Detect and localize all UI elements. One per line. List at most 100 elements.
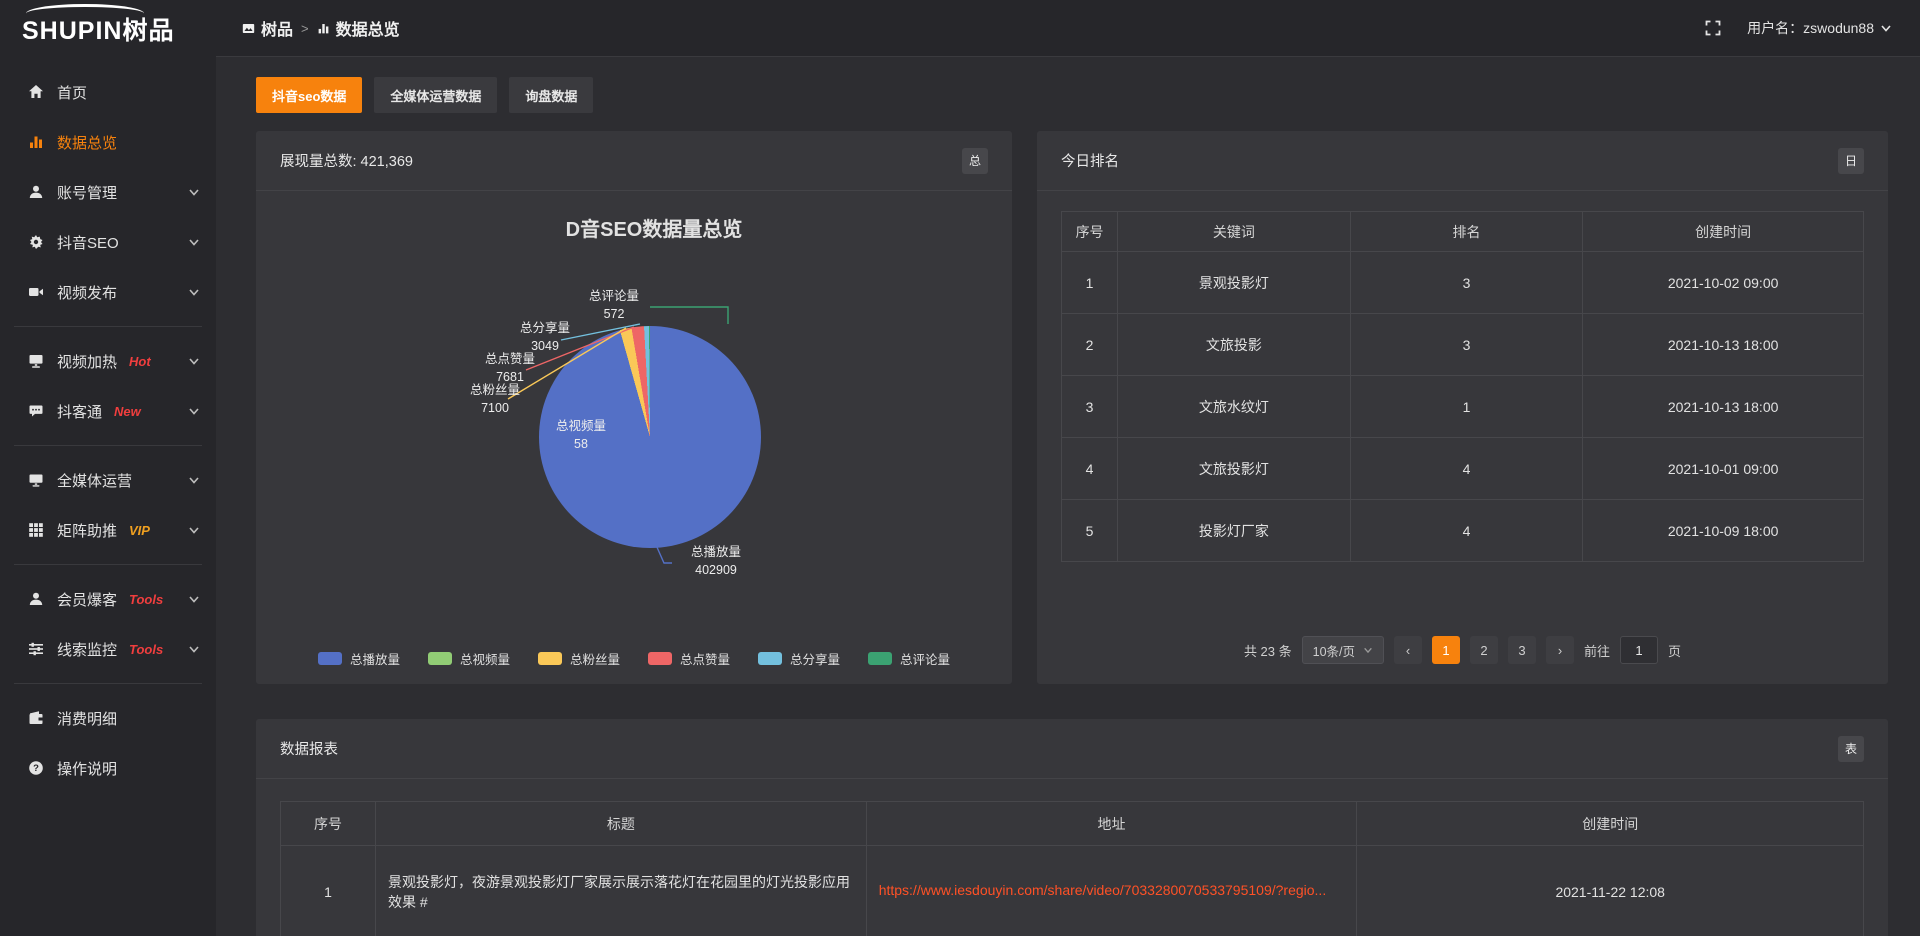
home-icon	[28, 84, 44, 100]
sidebar-item-data-overview[interactable]: 数据总览	[0, 117, 216, 167]
legend-item-shares[interactable]: 总分享量	[758, 649, 840, 668]
sidebar-item-member-burst[interactable]: 会员爆客 Tools	[0, 574, 216, 624]
page-button-2[interactable]: 2	[1470, 636, 1498, 664]
hot-tag: Hot	[129, 354, 151, 369]
goto-label: 前往	[1584, 641, 1610, 660]
legend-item-likes[interactable]: 总点赞量	[648, 649, 730, 668]
table-badge-button[interactable]: 表	[1838, 736, 1864, 762]
next-page-button[interactable]: ›	[1546, 636, 1574, 664]
table-row: 1 景观投影灯，夜游景观投影灯厂家展示展示落花灯在花园里的灯光投影应用效果 # …	[281, 846, 1864, 936]
pie-label-videos: 总视频量58	[540, 417, 622, 453]
legend-swatch	[648, 652, 672, 665]
sidebar: 首页 数据总览 账号管理 抖音SEO 视频发布 视频加热 Hot	[0, 57, 216, 936]
ranking-title: 今日排名	[1061, 150, 1119, 171]
page-button-3[interactable]: 3	[1508, 636, 1536, 664]
chevron-down-icon	[188, 236, 200, 248]
sliders-icon	[28, 641, 44, 657]
table-header-row: 序号 标题 地址 创建时间	[281, 802, 1864, 846]
chevron-down-icon	[188, 643, 200, 655]
sidebar-item-label: 抖音SEO	[57, 232, 119, 253]
chevron-down-icon	[1880, 22, 1892, 34]
col-index: 序号	[1062, 212, 1118, 252]
legend-swatch	[758, 652, 782, 665]
total-count-label: 共 23 条	[1244, 641, 1292, 660]
table-row: 3文旅水纹灯12021-10-13 18:00	[1062, 376, 1864, 438]
sidebar-item-video-heat[interactable]: 视频加热 Hot	[0, 336, 216, 386]
sidebar-item-label: 消费明细	[57, 708, 117, 729]
overview-card: 展现量总数: 421,369 总 D音SEO数据量总览 总评论量572	[256, 131, 1012, 684]
vip-tag: VIP	[129, 523, 150, 538]
chat-bubble-icon	[28, 403, 44, 419]
user-icon	[28, 591, 44, 607]
legend-item-fans[interactable]: 总粉丝量	[538, 649, 620, 668]
legend-swatch	[868, 652, 892, 665]
sidebar-item-matrix-boost[interactable]: 矩阵助推 VIP	[0, 505, 216, 555]
legend-item-videos[interactable]: 总视频量	[428, 649, 510, 668]
sidebar-item-account[interactable]: 账号管理	[0, 167, 216, 217]
video-title-cell: 景观投影灯，夜游景观投影灯厂家展示展示落花灯在花园里的灯光投影应用效果 #	[375, 846, 866, 936]
sidebar-item-label: 视频发布	[57, 282, 117, 303]
sidebar-item-consumption[interactable]: 消费明细	[0, 693, 216, 743]
table-row: 4文旅投影灯42021-10-01 09:00	[1062, 438, 1864, 500]
ranking-table: 序号 关键词 排名 创建时间 1景观投影灯32021-10-02 09:00	[1061, 211, 1864, 562]
table-row: 2文旅投影32021-10-13 18:00	[1062, 314, 1864, 376]
chevron-down-icon	[188, 355, 200, 367]
legend-swatch	[538, 652, 562, 665]
bar-chart-icon	[28, 134, 44, 150]
sidebar-item-label: 首页	[57, 82, 87, 103]
tv-icon	[28, 353, 44, 369]
pie-label-comments: 总评论量572	[574, 287, 654, 323]
legend-swatch	[318, 652, 342, 665]
sidebar-item-label: 操作说明	[57, 758, 117, 779]
sidebar-item-clue-monitor[interactable]: 线索监控 Tools	[0, 624, 216, 674]
legend-item-comments[interactable]: 总评论量	[868, 649, 950, 668]
sidebar-item-douketong[interactable]: 抖客通 New	[0, 386, 216, 436]
total-badge-button[interactable]: 总	[962, 148, 988, 174]
tools-tag: Tools	[129, 592, 163, 607]
pie-label-fans: 总粉丝量7100	[454, 381, 536, 417]
sidebar-item-label: 线索监控	[57, 639, 117, 660]
chevron-down-icon	[188, 405, 200, 417]
page-size-select[interactable]: 10条/页	[1302, 636, 1384, 664]
tab-inquiry-data[interactable]: 询盘数据	[509, 77, 593, 113]
sidebar-item-home[interactable]: 首页	[0, 67, 216, 117]
topbar: SHUPIN树品 树品 > 数据总览 用户名：zswodun88	[0, 0, 1920, 57]
breadcrumb-home-label: 树品	[261, 16, 293, 40]
col-url: 地址	[866, 802, 1357, 846]
wallet-icon	[28, 710, 44, 726]
main-content: 抖音seo数据 全媒体运营数据 询盘数据 展现量总数: 421,369 总 D音…	[216, 57, 1920, 936]
picture-icon	[242, 22, 255, 35]
user-menu[interactable]: 用户名：zswodun88	[1747, 18, 1892, 38]
goto-page-input[interactable]	[1620, 636, 1658, 664]
video-camera-icon	[28, 284, 44, 300]
username-label: 用户名：zswodun88	[1747, 18, 1874, 38]
sidebar-item-douyin-seo[interactable]: 抖音SEO	[0, 217, 216, 267]
sidebar-item-instructions[interactable]: 操作说明	[0, 743, 216, 793]
sidebar-item-label: 数据总览	[57, 132, 117, 153]
prev-page-button[interactable]: ‹	[1394, 636, 1422, 664]
tab-douyin-seo-data[interactable]: 抖音seo数据	[256, 77, 362, 113]
video-url-link[interactable]: https://www.iesdouyin.com/share/video/70…	[879, 882, 1327, 898]
grid-icon	[28, 522, 44, 538]
fullscreen-icon[interactable]	[1705, 20, 1721, 36]
sidebar-divider	[14, 445, 202, 446]
col-keyword: 关键词	[1118, 212, 1351, 252]
breadcrumb-current[interactable]: 数据总览	[317, 16, 400, 40]
chart-legend: 总播放量 总视频量 总粉丝量 总点赞量	[256, 649, 1012, 668]
sidebar-item-video-publish[interactable]: 视频发布	[0, 267, 216, 317]
tab-media-operation-data[interactable]: 全媒体运营数据	[374, 77, 497, 113]
user-icon	[28, 184, 44, 200]
monitor-icon	[28, 472, 44, 488]
chevron-down-icon	[188, 186, 200, 198]
data-tabs: 抖音seo数据 全媒体运营数据 询盘数据	[256, 77, 1888, 113]
breadcrumb-home[interactable]: 树品	[242, 16, 293, 40]
page-button-1[interactable]: 1	[1432, 636, 1460, 664]
sidebar-item-label: 账号管理	[57, 182, 117, 203]
sidebar-item-media-operation[interactable]: 全媒体运营	[0, 455, 216, 505]
chevron-down-icon	[188, 286, 200, 298]
day-badge-button[interactable]: 日	[1838, 148, 1864, 174]
col-created: 创建时间	[1583, 212, 1864, 252]
report-card: 数据报表 表 序号 标题 地址 创建时间	[256, 719, 1888, 936]
col-rank: 排名	[1350, 212, 1583, 252]
legend-item-plays[interactable]: 总播放量	[318, 649, 400, 668]
